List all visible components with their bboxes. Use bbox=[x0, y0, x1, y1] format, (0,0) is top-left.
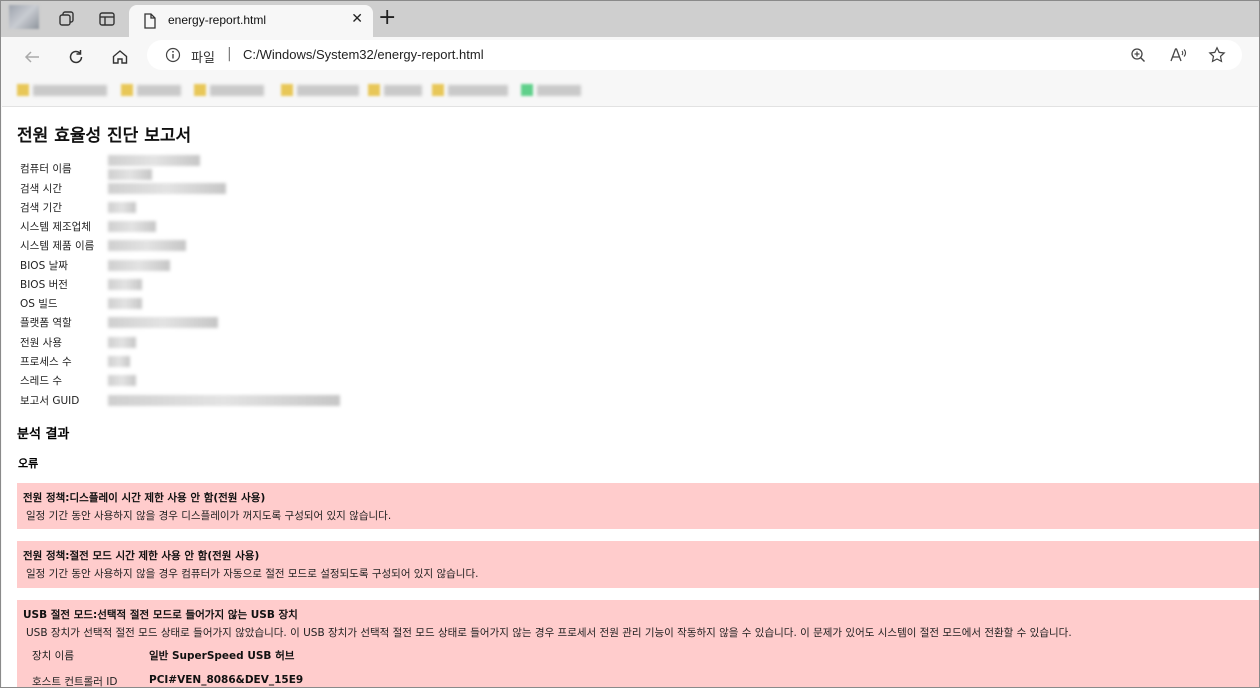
redacted-value bbox=[108, 279, 142, 290]
tab-strip: energy-report.html ✕ + bbox=[1, 1, 1259, 37]
error-item: 전원 정책:절전 모드 시간 제한 사용 안 함(전원 사용) 일정 기간 동안… bbox=[17, 541, 1259, 588]
page-icon bbox=[143, 13, 157, 33]
redacted-value bbox=[108, 169, 152, 180]
browser-window: energy-report.html ✕ + 파일 | C:/Windows/S… bbox=[0, 0, 1260, 688]
redacted-value bbox=[108, 155, 200, 166]
favorite-item[interactable] bbox=[432, 84, 508, 96]
favorite-item[interactable] bbox=[281, 84, 359, 96]
info-icon[interactable] bbox=[165, 47, 181, 67]
favorites-bar bbox=[1, 75, 1259, 105]
error-title: USB 절전 모드:선택적 절전 모드로 들어가지 않는 USB 장치 bbox=[23, 609, 298, 621]
redacted-value bbox=[108, 202, 136, 213]
field-label-report-guid: 보고서 GUID bbox=[20, 395, 80, 407]
read-aloud-icon[interactable] bbox=[1169, 46, 1187, 64]
redacted-value bbox=[108, 240, 186, 251]
error-description: 일정 기간 동안 사용하지 않을 경우 디스플레이가 꺼지도록 구성되어 있지 … bbox=[26, 510, 392, 522]
page-title: 전원 효율성 진단 보고서 bbox=[17, 126, 192, 146]
field-label-scan-time: 검색 시간 bbox=[20, 183, 62, 195]
favorite-star-icon[interactable] bbox=[1208, 46, 1226, 64]
error-description: 일정 기간 동안 사용하지 않을 경우 컴퓨터가 자동으로 절전 모드로 설정되… bbox=[26, 568, 479, 580]
detail-label-host-controller-id: 호스트 컨트롤러 ID bbox=[32, 676, 118, 688]
folder-icon bbox=[281, 84, 293, 96]
folder-icon bbox=[368, 84, 380, 96]
folder-icon bbox=[121, 84, 133, 96]
favorite-item[interactable] bbox=[521, 84, 581, 96]
error-item: USB 절전 모드:선택적 절전 모드로 들어가지 않는 USB 장치 USB … bbox=[17, 600, 1259, 688]
errors-heading: 오류 bbox=[18, 457, 39, 470]
page-content: 전원 효율성 진단 보고서 컴퓨터 이름 검색 시간 검색 기간 시스템 제조업… bbox=[2, 106, 1259, 688]
redacted-value bbox=[108, 375, 136, 386]
field-label-manufacturer: 시스템 제조업체 bbox=[20, 221, 91, 233]
close-tab-icon[interactable]: ✕ bbox=[351, 11, 363, 27]
error-title: 전원 정책:디스플레이 시간 제한 사용 안 함(전원 사용) bbox=[23, 492, 266, 504]
workspaces-icon[interactable] bbox=[57, 9, 77, 29]
address-url[interactable]: C:/Windows/System32/energy-report.html bbox=[243, 47, 484, 62]
field-label-process-count: 프로세스 수 bbox=[20, 356, 72, 368]
redacted-value bbox=[108, 183, 226, 194]
favorite-item[interactable] bbox=[17, 84, 107, 96]
field-label-os-build: OS 빌드 bbox=[20, 298, 58, 310]
back-icon[interactable] bbox=[20, 45, 44, 69]
detail-label-device-name: 장치 이름 bbox=[32, 650, 74, 662]
address-bar[interactable]: 파일 | C:/Windows/System32/energy-report.h… bbox=[147, 40, 1242, 70]
field-label-product-name: 시스템 제품 이름 bbox=[20, 240, 95, 252]
profile-avatar[interactable] bbox=[9, 5, 39, 29]
field-label-platform-role: 플랫폼 역할 bbox=[20, 317, 72, 329]
redacted-value bbox=[108, 260, 170, 271]
detail-value-host-controller-id: PCI#VEN_8086&DEV_15E9 bbox=[149, 674, 304, 686]
field-label-bios-version: BIOS 버전 bbox=[20, 279, 68, 291]
new-tab-icon[interactable]: + bbox=[378, 7, 396, 29]
detail-value-device-name: 일반 SuperSpeed USB 허브 bbox=[149, 650, 295, 662]
folder-icon bbox=[17, 84, 29, 96]
site-icon bbox=[521, 84, 533, 96]
vertical-tabs-icon[interactable] bbox=[97, 9, 117, 29]
field-label-computer-name: 컴퓨터 이름 bbox=[20, 163, 72, 175]
zoom-icon[interactable] bbox=[1129, 46, 1147, 64]
redacted-value bbox=[108, 356, 130, 367]
folder-icon bbox=[432, 84, 444, 96]
tab-energy-report[interactable]: energy-report.html ✕ bbox=[129, 5, 373, 37]
favorite-item[interactable] bbox=[194, 84, 264, 96]
folder-icon bbox=[194, 84, 206, 96]
error-item: 전원 정책:디스플레이 시간 제한 사용 안 함(전원 사용) 일정 기간 동안… bbox=[17, 483, 1259, 529]
favorite-item[interactable] bbox=[121, 84, 181, 96]
analysis-heading: 분석 결과 bbox=[17, 427, 70, 442]
refresh-icon[interactable] bbox=[64, 45, 88, 69]
home-icon[interactable] bbox=[108, 45, 132, 69]
navigation-bar: 파일 | C:/Windows/System32/energy-report.h… bbox=[1, 37, 1259, 75]
error-title: 전원 정책:절전 모드 시간 제한 사용 안 함(전원 사용) bbox=[23, 550, 260, 562]
tab-title: energy-report.html bbox=[168, 13, 267, 27]
field-label-bios-date: BIOS 날짜 bbox=[20, 260, 68, 272]
redacted-value bbox=[108, 317, 218, 328]
field-label-power-usage: 전원 사용 bbox=[20, 337, 62, 349]
favorite-item[interactable] bbox=[368, 84, 422, 96]
redacted-value bbox=[108, 298, 142, 309]
error-description: USB 장치가 선택적 절전 모드 상태로 들어가지 않았습니다. 이 USB … bbox=[26, 627, 1072, 639]
address-scheme-label: 파일 bbox=[191, 51, 215, 66]
field-label-thread-count: 스레드 수 bbox=[20, 375, 62, 387]
address-divider: | bbox=[227, 46, 232, 62]
redacted-value bbox=[108, 337, 136, 348]
redacted-value bbox=[108, 221, 156, 232]
field-label-scan-duration: 검색 기간 bbox=[20, 202, 62, 214]
redacted-value bbox=[108, 395, 340, 406]
